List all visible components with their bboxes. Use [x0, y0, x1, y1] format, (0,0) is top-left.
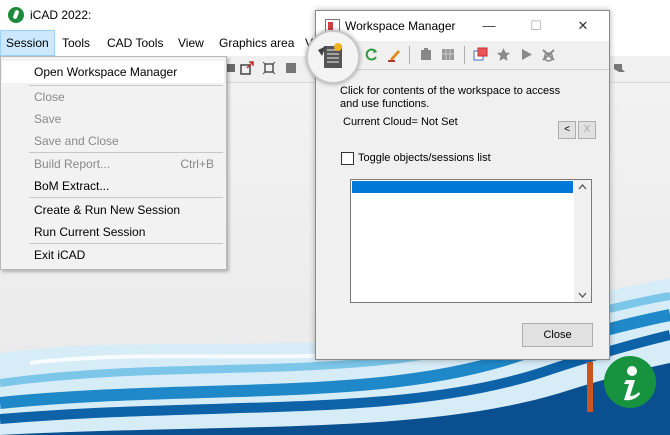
menu-item-label: Save and Close	[34, 134, 119, 148]
current-cloud-label: Current Cloud= Not Set	[343, 116, 458, 128]
rect-arrow-icon[interactable]	[240, 61, 254, 75]
shade-icon[interactable]	[284, 61, 298, 75]
menu-run-current-session[interactable]: Run Current Session	[2, 221, 224, 243]
star-icon[interactable]	[496, 47, 511, 62]
objects-sessions-list[interactable]	[350, 179, 592, 303]
toolbar-separator	[464, 46, 465, 64]
menu-build-report[interactable]: Build Report... Ctrl+B	[2, 153, 224, 175]
fit-icon[interactable]	[262, 61, 276, 75]
menu-close[interactable]: Close	[2, 86, 224, 108]
menu-item-label: Run Current Session	[34, 225, 146, 239]
toggle-objects-label[interactable]: Toggle objects/sessions list	[358, 152, 491, 164]
list-scrollbar[interactable]	[574, 180, 591, 302]
toggle-objects-checkbox[interactable]	[341, 152, 354, 165]
menu-shortcut: Ctrl+B	[180, 157, 214, 171]
menu-save-and-close[interactable]: Save and Close	[2, 130, 224, 152]
menu-separator	[29, 197, 223, 198]
menu-save[interactable]: Save	[2, 108, 224, 130]
menu-bom-extract[interactable]: BoM Extract...	[2, 175, 224, 197]
menu-graphics-area[interactable]: Graphics area	[214, 30, 299, 56]
menu-item-label: Create & Run New Session	[34, 203, 181, 217]
component-icon[interactable]	[419, 47, 434, 62]
nav-prev-button[interactable]: <	[558, 121, 576, 139]
selected-list-item[interactable]	[352, 181, 573, 193]
menu-tools[interactable]: Tools	[57, 30, 95, 56]
menu-item-label: BoM Extract...	[34, 179, 110, 193]
magnifier-lens	[306, 30, 360, 84]
icad-corner-logo-icon	[604, 356, 656, 408]
close-window-button[interactable]: ✕	[561, 11, 605, 41]
maximize-button[interactable]: ☐	[514, 11, 558, 41]
menu-item-label: Close	[34, 90, 65, 104]
edit-pencil-icon[interactable]	[387, 47, 402, 62]
grid-icon[interactable]	[441, 47, 456, 62]
icad-logo-icon	[8, 7, 24, 23]
menu-open-workspace-manager[interactable]: Open Workspace Manager	[2, 61, 224, 83]
menu-item-label: Save	[34, 112, 62, 126]
menu-cad-tools[interactable]: CAD Tools	[102, 30, 168, 56]
menu-exit-icad[interactable]: Exit iCAD	[2, 244, 224, 266]
menu-item-label: Open Workspace Manager	[34, 65, 178, 79]
menu-item-label: Build Report...	[34, 157, 111, 171]
cancel-icon[interactable]	[541, 47, 556, 62]
menu-view[interactable]: View	[173, 30, 209, 56]
orange-accent-bar	[587, 362, 593, 412]
play-icon[interactable]	[519, 47, 534, 62]
close-button[interactable]: Close	[522, 323, 593, 347]
export-icon[interactable]	[473, 47, 488, 62]
refresh-icon[interactable]	[364, 47, 379, 62]
menu-session[interactable]: Session	[0, 30, 55, 56]
pointer-icon[interactable]	[612, 61, 626, 75]
toolbar-separator	[409, 46, 410, 64]
menu-create-run-new-session[interactable]: Create & Run New Session	[2, 199, 224, 221]
workspace-manager-title-bar[interactable]: Workspace Manager — ☐ ✕	[316, 11, 609, 41]
window-title: Workspace Manager	[345, 19, 456, 33]
workspace-tool-icon	[318, 43, 342, 68]
session-dropdown-menu: Open Workspace Manager Close Save Save a…	[0, 56, 227, 270]
minimize-button[interactable]: —	[467, 11, 511, 41]
app-title: iCAD 2022:	[30, 8, 92, 22]
nav-close-button[interactable]: X	[578, 121, 596, 139]
menu-item-label: Exit iCAD	[34, 248, 86, 262]
workspace-info-text: Click for contents of the workspace to a…	[340, 85, 561, 110]
